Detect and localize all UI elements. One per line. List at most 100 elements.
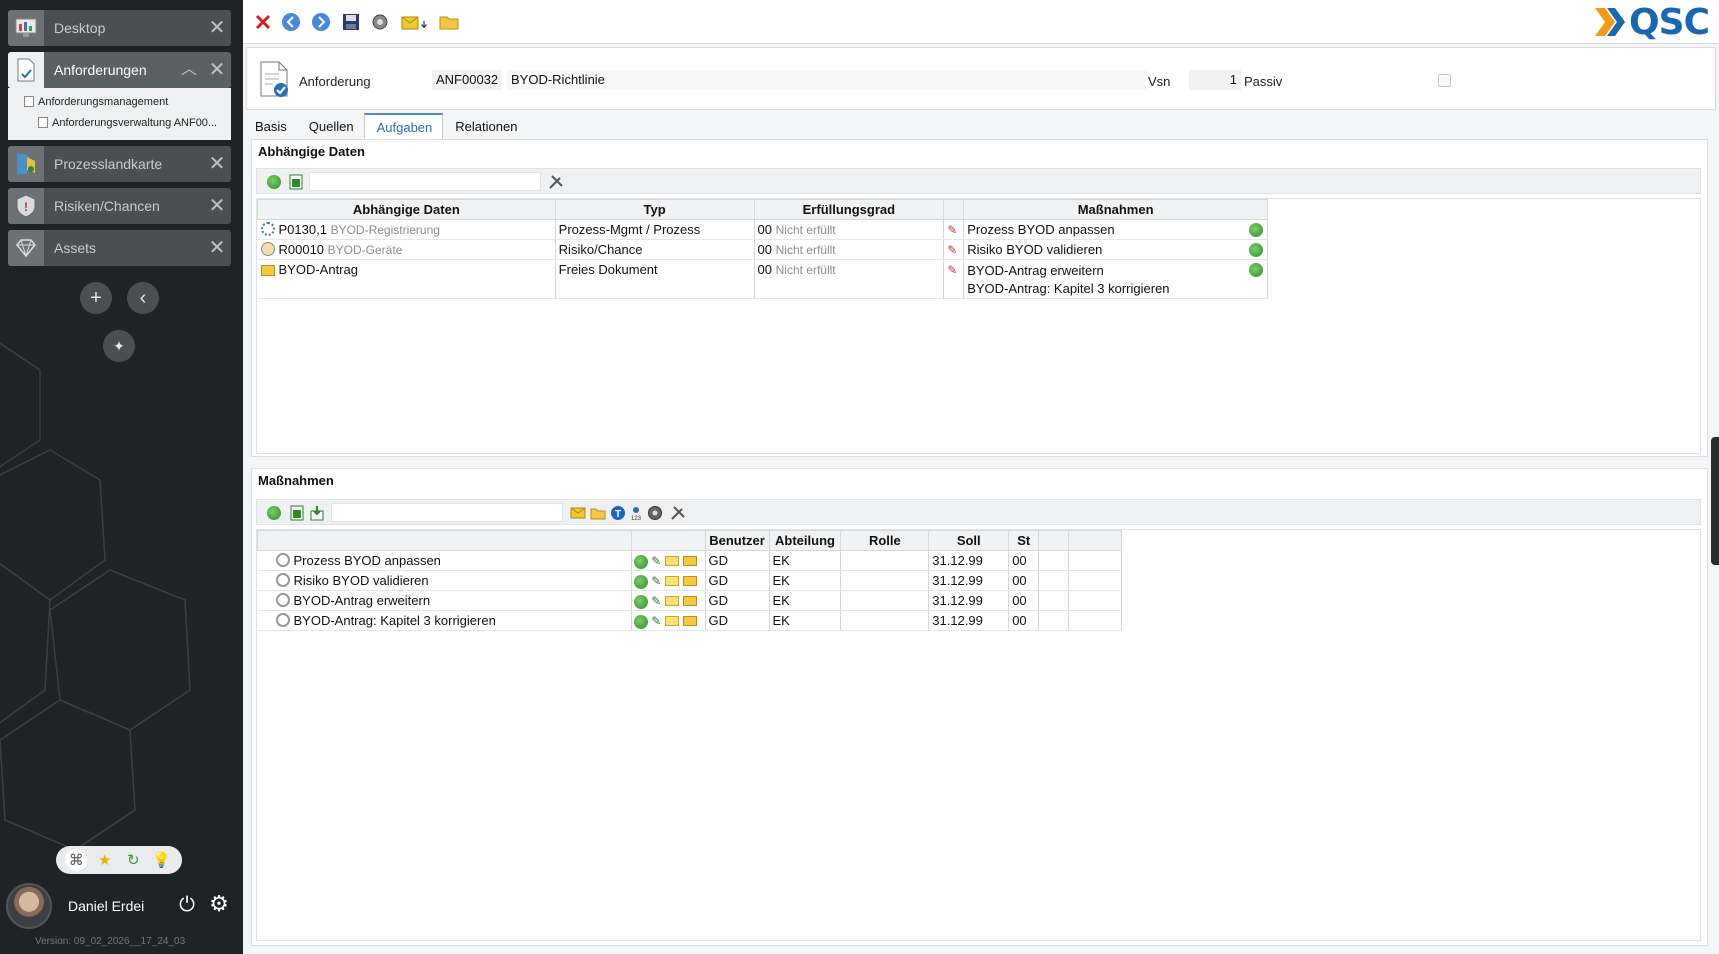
table-row[interactable]: BYOD-Antrag erweitern ✎ GD EK 31.12.99 0… (257, 590, 1122, 611)
settings-cog-icon[interactable] (370, 12, 390, 32)
requirement-id-field[interactable]: ANF00032 (432, 70, 502, 90)
folder-icon[interactable] (682, 596, 697, 606)
status-icon[interactable] (633, 554, 648, 569)
column-header[interactable] (630, 530, 706, 551)
folder-icon[interactable] (682, 576, 697, 586)
column-header[interactable]: Abhängige Daten (257, 199, 556, 220)
status-icon[interactable] (1249, 243, 1263, 257)
tab-basis[interactable]: Basis (243, 113, 297, 139)
pencil-icon[interactable]: ✎ (947, 223, 957, 237)
column-header[interactable]: Rolle (840, 530, 930, 551)
numbering-icon[interactable]: 123 (627, 504, 645, 522)
pencil-icon[interactable]: ✎ (947, 243, 957, 257)
status-icon[interactable] (1249, 223, 1263, 237)
pencil-icon[interactable]: ✎ (651, 554, 661, 568)
mail-icon[interactable] (664, 616, 679, 626)
close-icon[interactable]: ✕ (203, 10, 231, 46)
collapse-button[interactable]: ‹ (127, 282, 159, 314)
status-icon[interactable] (633, 594, 648, 609)
import-icon[interactable] (308, 504, 326, 522)
column-header[interactable]: Benutzer (704, 530, 770, 551)
mail-icon[interactable] (664, 596, 679, 606)
avatar[interactable] (6, 883, 52, 929)
tree-item-anforderungsverwaltung[interactable]: Anforderungsverwaltung ANF00... (38, 117, 217, 129)
pencil-icon[interactable]: ✎ (947, 263, 957, 277)
dependent-filter-input[interactable] (309, 172, 541, 191)
column-header[interactable]: Typ (554, 199, 755, 220)
new-mail-dropdown-icon[interactable] (401, 12, 431, 32)
sidebar-item-desktop[interactable]: Desktop ✕ (8, 10, 231, 46)
chevron-up-icon[interactable]: ︿ (175, 52, 203, 88)
scrollbar-handle[interactable] (1711, 437, 1719, 565)
status-icon[interactable] (633, 614, 648, 629)
sidebar-item-prozesslandkarte[interactable]: Prozesslandkarte ✕ (8, 146, 231, 182)
table-row[interactable]: Risiko BYOD validieren ✎ GD EK 31.12.99 … (257, 570, 1122, 591)
column-header[interactable]: Maßnahmen (963, 199, 1268, 220)
table-row[interactable]: P0130,1 BYOD-Registrierung Prozess-Mgmt … (257, 219, 1268, 240)
close-icon[interactable]: ✕ (203, 188, 231, 224)
folder-icon[interactable] (589, 504, 607, 522)
empty-cell (1038, 570, 1070, 591)
close-icon[interactable] (253, 12, 273, 32)
refresh-icon[interactable] (265, 504, 283, 522)
sidebar-item-risiken[interactable]: ! Risiken/Chancen ✕ (8, 188, 231, 224)
close-icon[interactable]: ✕ (203, 230, 231, 266)
star-icon[interactable]: ★ (94, 849, 116, 871)
column-header[interactable]: Abteilung (768, 530, 842, 551)
table-row[interactable]: R00010 BYOD-Geräte Risiko/Chance 00 Nich… (257, 239, 1268, 260)
column-header[interactable]: St (1008, 530, 1040, 551)
sparkle-button[interactable]: ✦ (103, 330, 135, 362)
folder-icon[interactable] (682, 616, 697, 626)
info-icon[interactable]: T (609, 504, 627, 522)
network-icon[interactable]: ⌘ (65, 849, 88, 871)
edit-cell[interactable]: ✎ (943, 259, 965, 299)
tree-item-anforderungsmanagement[interactable]: Anforderungsmanagement (24, 96, 168, 108)
measures-filter-input[interactable] (331, 503, 563, 522)
column-header[interactable] (943, 199, 965, 220)
excel-export-icon[interactable] (287, 173, 305, 191)
mail-icon[interactable] (569, 504, 587, 522)
refresh-icon[interactable] (265, 173, 283, 191)
tab-aufgaben[interactable]: Aufgaben (363, 113, 444, 139)
tab-relationen[interactable]: Relationen (443, 113, 527, 139)
close-icon[interactable]: ✕ (203, 146, 231, 182)
tools-icon[interactable] (669, 504, 687, 522)
tools-icon[interactable] (547, 173, 565, 191)
back-icon[interactable] (281, 12, 301, 32)
column-header[interactable] (257, 530, 632, 551)
column-header[interactable]: Soll (928, 530, 1010, 551)
edit-cell[interactable]: ✎ (943, 239, 965, 260)
lightbulb-icon[interactable]: 💡 (151, 849, 173, 871)
column-header[interactable] (1038, 530, 1070, 551)
column-header[interactable]: Erfüllungsgrad (753, 199, 945, 220)
forward-icon[interactable] (311, 12, 331, 32)
table-row[interactable]: Prozess BYOD anpassen ✎ GD EK 31.12.99 0… (257, 550, 1122, 571)
edit-cell[interactable]: ✎ (943, 219, 965, 240)
sidebar-item-anforderungen[interactable]: Anforderungen ︿ ✕ (8, 52, 231, 88)
column-header[interactable] (1068, 530, 1122, 551)
pencil-icon[interactable]: ✎ (651, 574, 661, 588)
passiv-checkbox[interactable] (1438, 74, 1451, 87)
pencil-icon[interactable]: ✎ (651, 614, 661, 628)
power-icon[interactable]: ⏻ (176, 894, 198, 916)
status-icon[interactable] (1249, 263, 1263, 277)
tab-quellen[interactable]: Quellen (297, 113, 364, 139)
sidebar-item-assets[interactable]: Assets ✕ (8, 230, 231, 266)
add-button[interactable]: + (80, 282, 112, 314)
settings-cog-icon[interactable] (646, 504, 664, 522)
pencil-icon[interactable]: ✎ (651, 594, 661, 608)
save-icon[interactable] (341, 12, 361, 32)
mail-icon[interactable] (664, 556, 679, 566)
close-icon[interactable]: ✕ (203, 52, 231, 88)
excel-export-icon[interactable] (288, 504, 306, 522)
folder-icon[interactable] (682, 556, 697, 566)
refresh-doc-icon[interactable]: ↻ (122, 849, 144, 871)
requirement-title-field[interactable]: BYOD-Richtlinie (507, 70, 1147, 90)
table-row[interactable]: BYOD-Antrag: Kapitel 3 korrigieren ✎ GD … (257, 610, 1122, 631)
folder-icon[interactable] (439, 12, 459, 32)
gear-icon[interactable]: ⚙ (207, 892, 231, 916)
version-field[interactable]: 1 (1189, 70, 1241, 90)
table-row[interactable]: BYOD-Antrag Freies Dokument 00 Nicht erf… (257, 259, 1268, 299)
mail-icon[interactable] (664, 576, 679, 586)
status-icon[interactable] (633, 574, 648, 589)
